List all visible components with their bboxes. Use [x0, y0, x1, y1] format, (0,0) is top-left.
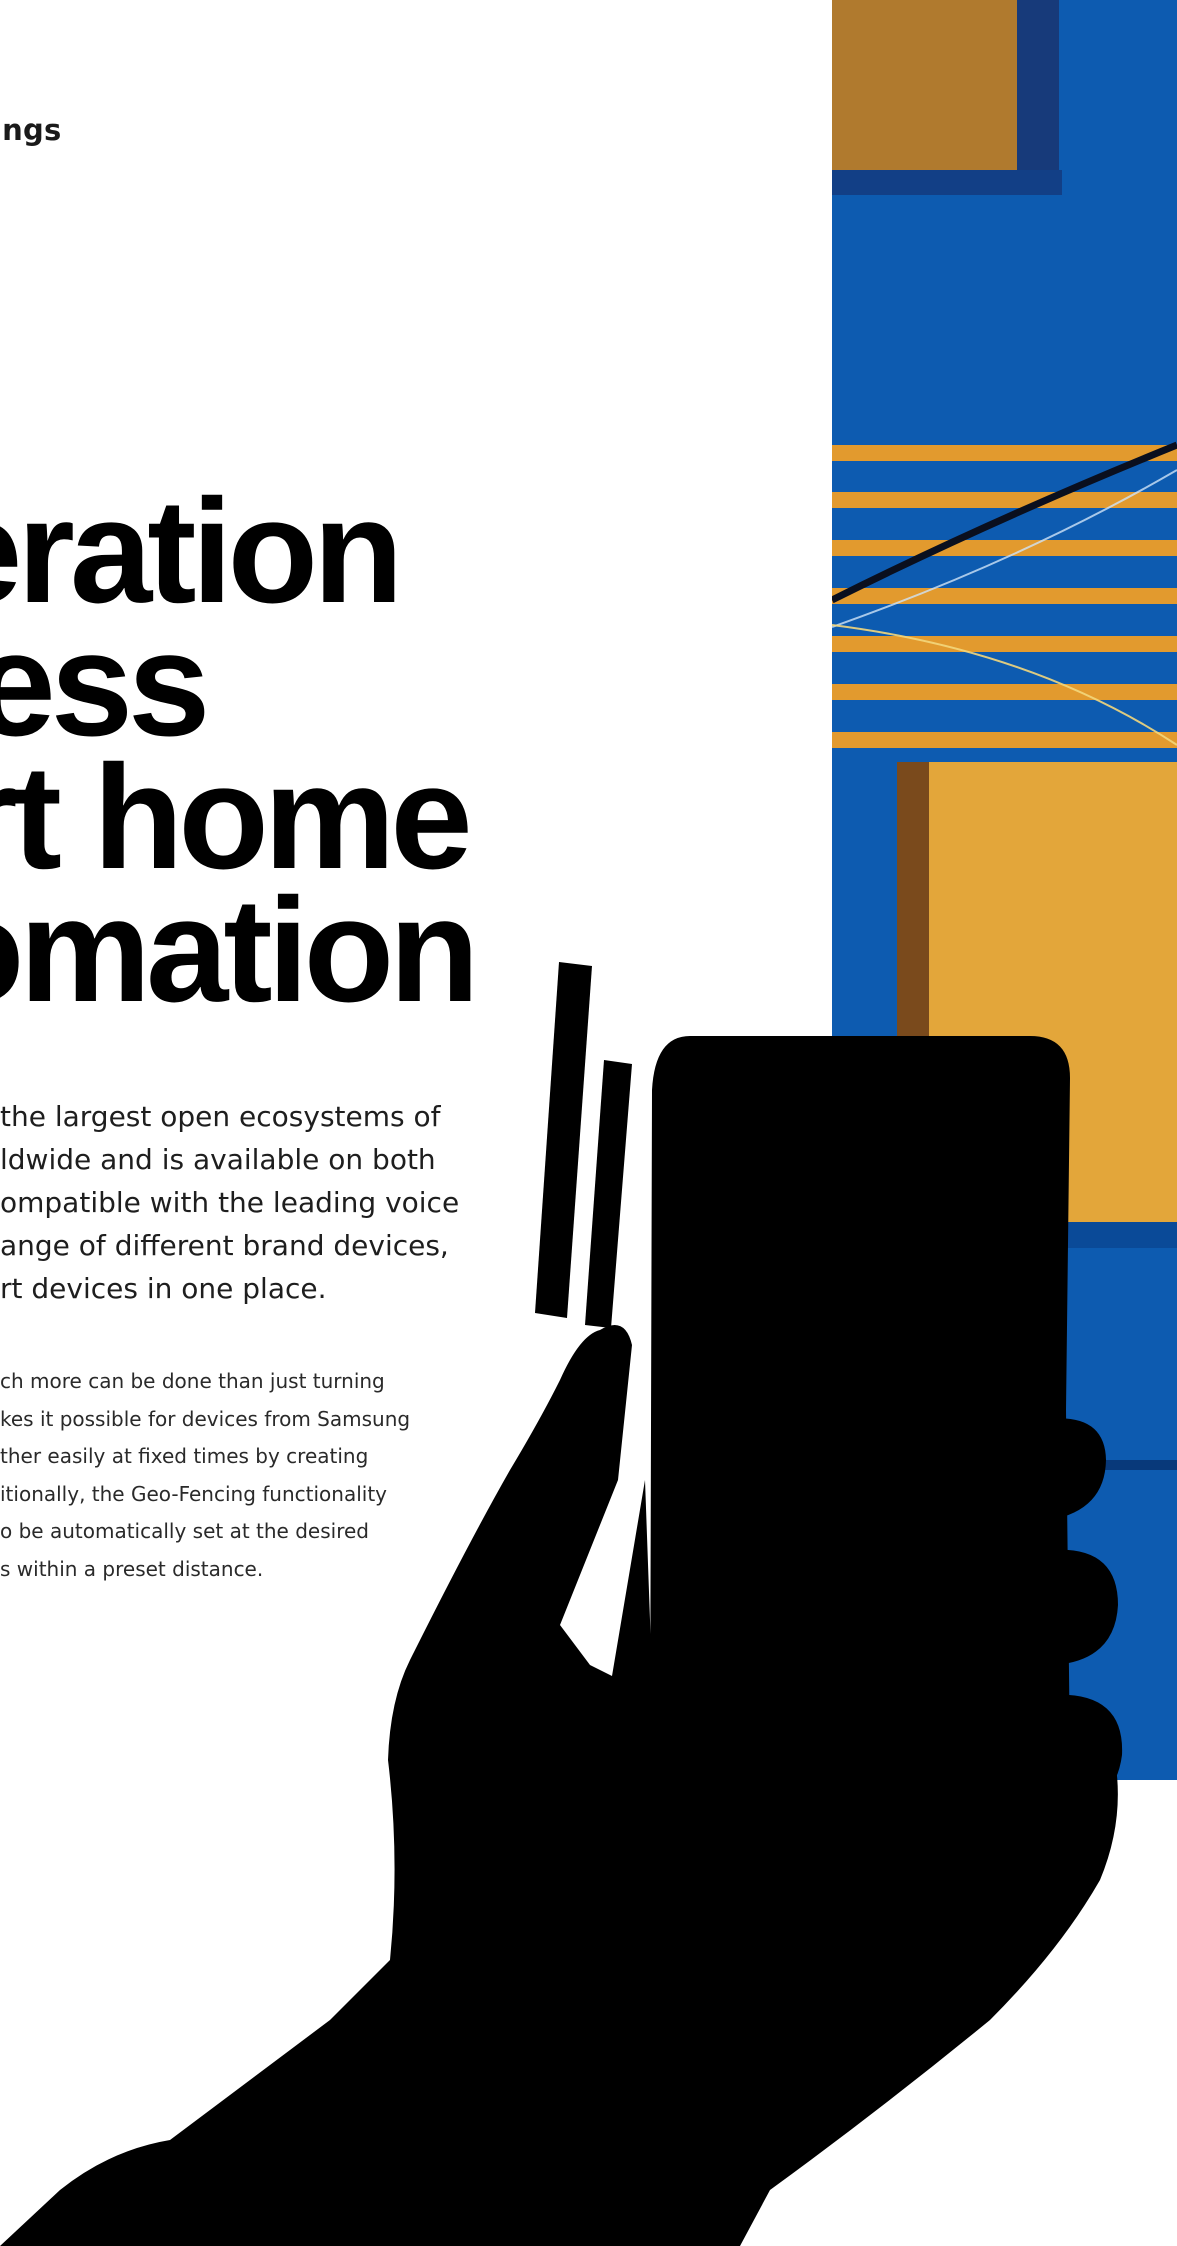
detail-paragraph: ch more can be done than just turning ke… — [0, 1363, 420, 1588]
intro-line: ldwide and is available on both — [0, 1143, 436, 1176]
intro-line: rt devices in one place. — [0, 1272, 327, 1305]
detail-line: ther easily at fixed times by creating — [0, 1444, 369, 1468]
detail-line: o be automatically set at the desired — [0, 1519, 369, 1543]
intro-line: ompatible with the leading voice — [0, 1186, 460, 1219]
section-eyebrow: ings — [0, 113, 62, 147]
detail-line: ch more can be done than just turning — [0, 1369, 385, 1393]
intro-paragraph: the largest open ecosystems of ldwide an… — [0, 1095, 520, 1310]
headline-line: y — [0, 352, 680, 485]
signal-bars-icon — [585, 1060, 632, 1328]
hero-image-panel — [832, 0, 1177, 1780]
headline-line: eration — [0, 469, 403, 634]
abstract-architecture-image — [832, 0, 1177, 1780]
headline-line: omation — [0, 868, 480, 1033]
detail-line: itionally, the Geo-Fencing functionality — [0, 1481, 388, 1506]
headline-line: rt home — [0, 735, 473, 900]
intro-line: ange of different brand devices, — [0, 1229, 449, 1262]
detail-line: kes it possible for devices from Samsung — [0, 1406, 411, 1431]
detail-line: s within a preset distance. — [0, 1556, 264, 1581]
headline-line: eless — [0, 602, 210, 767]
page: ings y eration eless rt home omation the… — [0, 0, 1177, 2246]
page-title: y eration eless rt home omation — [0, 352, 680, 1033]
intro-line: the largest open ecosystems of — [0, 1100, 441, 1133]
